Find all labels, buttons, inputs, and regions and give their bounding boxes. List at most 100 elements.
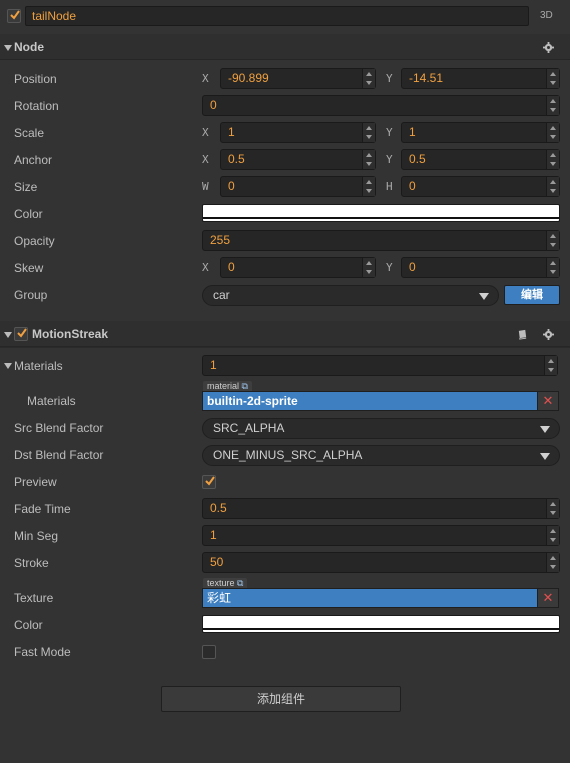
anchor-y-input[interactable]: 0.5: [401, 149, 560, 170]
motionstreak-section-title: MotionStreak: [32, 327, 109, 341]
texture-asset-field[interactable]: 彩虹: [202, 588, 538, 608]
material-tag-text: material: [207, 381, 240, 391]
external-link-icon[interactable]: ⧉: [242, 381, 248, 391]
materials-count-stepper[interactable]: [544, 356, 557, 375]
anchor-y-value: 0.5: [409, 152, 426, 166]
materials-header-label: Materials: [14, 359, 63, 373]
rotation-stepper[interactable]: [546, 96, 559, 115]
size-w-stepper[interactable]: [362, 177, 375, 196]
fast-mode-label: Fast Mode: [14, 645, 71, 659]
node-active-checkbox[interactable]: [7, 9, 21, 23]
opacity-stepper[interactable]: [546, 231, 559, 250]
position-y-input[interactable]: -14.51: [401, 68, 560, 89]
stroke-stepper[interactable]: [546, 553, 559, 572]
material-clear-button[interactable]: ✕: [537, 391, 559, 411]
scale-x-input[interactable]: 1: [220, 122, 376, 143]
group-select[interactable]: car: [202, 285, 499, 306]
skew-y-axis: Y: [386, 261, 393, 274]
skew-y-input[interactable]: 0: [401, 257, 560, 278]
size-h-input[interactable]: 0: [401, 176, 560, 197]
external-link-icon[interactable]: ⧉: [237, 578, 243, 588]
size-h-stepper[interactable]: [546, 177, 559, 196]
skew-x-input[interactable]: 0: [220, 257, 376, 278]
min-seg-input[interactable]: 1: [202, 525, 560, 546]
position-y-value: -14.51: [409, 71, 444, 85]
size-label: Size: [14, 180, 38, 194]
dropdown-arrow-icon: [479, 293, 489, 300]
color-picker[interactable]: [202, 204, 560, 222]
dst-blend-select[interactable]: ONE_MINUS_SRC_ALPHA: [202, 445, 560, 466]
src-blend-select[interactable]: SRC_ALPHA: [202, 418, 560, 439]
scale-x-axis: X: [202, 126, 209, 139]
scale-y-stepper[interactable]: [546, 123, 559, 142]
collapse-caret-icon[interactable]: [4, 45, 12, 51]
rotation-label: Rotation: [14, 99, 59, 113]
min-seg-label: Min Seg: [14, 529, 59, 543]
fast-mode-checkbox[interactable]: [202, 645, 216, 659]
position-y-stepper[interactable]: [546, 69, 559, 88]
src-blend-value: SRC_ALPHA: [213, 421, 285, 435]
opacity-input[interactable]: 255: [202, 230, 560, 251]
size-h-value: 0: [409, 179, 416, 193]
dst-blend-label: Dst Blend Factor: [14, 448, 104, 462]
skew-label: Skew: [14, 261, 44, 275]
node-name-input[interactable]: tailNode: [25, 6, 529, 26]
anchor-y-axis: Y: [386, 153, 393, 166]
position-x-stepper[interactable]: [362, 69, 375, 88]
motionstreak-enabled-checkbox[interactable]: [14, 327, 28, 341]
position-x-value: -90.899: [228, 71, 269, 85]
stroke-input[interactable]: 50: [202, 552, 560, 573]
materials-caret-icon[interactable]: [4, 363, 12, 369]
scale-x-stepper[interactable]: [362, 123, 375, 142]
scale-y-input[interactable]: 1: [401, 122, 560, 143]
preview-checkbox[interactable]: [202, 475, 216, 489]
fade-time-value: 0.5: [210, 501, 227, 515]
materials-count-input[interactable]: 1: [202, 355, 558, 376]
streak-color-picker[interactable]: [202, 615, 560, 633]
anchor-x-value: 0.5: [228, 152, 245, 166]
anchor-y-stepper[interactable]: [546, 150, 559, 169]
node-section-header[interactable]: Node: [0, 34, 570, 60]
texture-clear-button[interactable]: ✕: [537, 588, 559, 608]
scale-label: Scale: [14, 126, 45, 140]
material-item-label: Materials: [27, 394, 76, 408]
skew-x-stepper[interactable]: [362, 258, 375, 277]
skew-y-stepper[interactable]: [546, 258, 559, 277]
rotation-input[interactable]: 0: [202, 95, 560, 116]
color-label: Color: [14, 207, 43, 221]
mode-3d-badge[interactable]: 3D: [540, 10, 553, 21]
min-seg-stepper[interactable]: [546, 526, 559, 545]
gear-icon[interactable]: [543, 42, 554, 53]
anchor-x-stepper[interactable]: [362, 150, 375, 169]
size-w-input[interactable]: 0: [220, 176, 376, 197]
book-icon[interactable]: [517, 329, 528, 340]
stroke-label: Stroke: [14, 556, 49, 570]
texture-tag-text: texture: [207, 578, 235, 588]
section-divider: [0, 347, 570, 348]
scale-y-value: 1: [409, 125, 416, 139]
anchor-x-axis: X: [202, 153, 209, 166]
material-asset-field[interactable]: builtin-2d-sprite: [202, 391, 538, 411]
material-asset-value: builtin-2d-sprite: [207, 394, 298, 408]
skew-x-value: 0: [228, 260, 235, 274]
size-w-value: 0: [228, 179, 235, 193]
fade-time-input[interactable]: 0.5: [202, 498, 560, 519]
anchor-x-input[interactable]: 0.5: [220, 149, 376, 170]
position-x-input[interactable]: -90.899: [220, 68, 376, 89]
group-edit-button[interactable]: 编辑: [504, 285, 560, 305]
fade-time-stepper[interactable]: [546, 499, 559, 518]
add-component-button[interactable]: 添加组件: [161, 686, 401, 712]
position-label: Position: [14, 72, 57, 86]
src-blend-label: Src Blend Factor: [14, 421, 104, 435]
motionstreak-section-header[interactable]: MotionStreak: [0, 321, 570, 347]
group-value: car: [213, 288, 230, 302]
node-header: tailNode 3D: [0, 0, 570, 33]
texture-asset-value: 彩虹: [207, 591, 232, 605]
group-edit-label: 编辑: [521, 289, 543, 301]
fade-time-label: Fade Time: [14, 502, 71, 516]
node-name-text: tailNode: [32, 9, 77, 23]
group-label: Group: [14, 288, 48, 302]
skew-y-value: 0: [409, 260, 416, 274]
gear-icon[interactable]: [543, 329, 554, 340]
collapse-caret-icon[interactable]: [4, 332, 12, 338]
